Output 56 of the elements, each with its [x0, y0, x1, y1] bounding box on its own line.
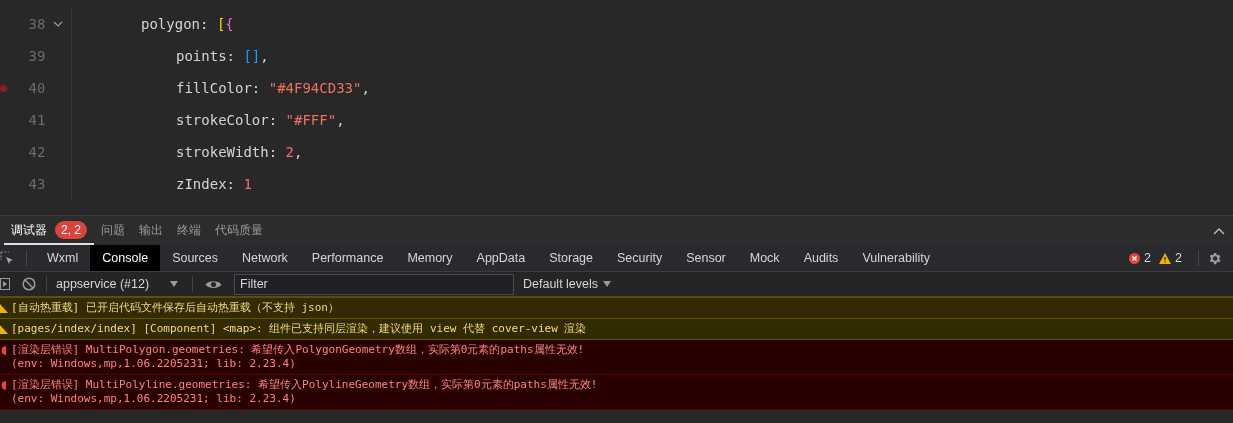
- code-line: strokeWidth: 2,: [175, 142, 303, 162]
- caret-icon: [603, 281, 612, 287]
- panel-tab[interactable]: 输出: [132, 216, 170, 245]
- clear-icon[interactable]: [22, 277, 36, 291]
- code-line: zIndex: 1: [175, 174, 252, 194]
- count-badge: 2, 2: [55, 220, 87, 239]
- error-count: 2: [1144, 249, 1152, 267]
- panel-tab[interactable]: 代码质量: [208, 216, 270, 245]
- message-text: (env: Windows,mp,1.06.2205231; lib: 2.23.4): [11, 357, 297, 371]
- devtools-tab[interactable]: Security: [605, 245, 675, 271]
- chevron-up-icon[interactable]: [1213, 226, 1225, 235]
- panel-tab[interactable]: 终端: [170, 216, 208, 245]
- devtools-tab[interactable]: Mock: [737, 245, 792, 271]
- message-text: [渲染层错误] MultiPolyline.geometries: 希望传入PolylineGeometry数组，实际第0元素的paths属性无效!: [11, 378, 598, 392]
- error-icon: [1129, 252, 1141, 264]
- error-icon: [0, 381, 6, 390]
- sidebar-toggle-icon[interactable]: [0, 278, 10, 290]
- chevron-icon[interactable]: [53, 21, 64, 27]
- devtools-tab[interactable]: Performance: [299, 245, 396, 271]
- devtools-tab[interactable]: Wxml: [35, 245, 91, 271]
- line-number: 43: [27, 174, 46, 194]
- settings-icon[interactable]: [1207, 250, 1222, 266]
- devtools-tab[interactable]: Audits: [791, 245, 851, 271]
- code-line: points: [],: [175, 46, 269, 66]
- line-number: 42: [27, 142, 46, 162]
- line-number: 40: [27, 78, 46, 98]
- warning-icon: [1159, 252, 1172, 264]
- line-number: 39: [27, 46, 46, 66]
- caret-icon: [170, 281, 178, 287]
- panel-tab[interactable]: 问题: [94, 216, 132, 245]
- devtools-tab[interactable]: Sources: [160, 245, 230, 271]
- inspect-icon[interactable]: [0, 251, 14, 265]
- eye-icon[interactable]: [205, 278, 222, 290]
- message-text: [自动热重载] 已开启代码文件保存后自动热重载（不支持 json）: [11, 301, 339, 315]
- error-icon: [0, 346, 6, 355]
- code-line: polygon: [{: [140, 14, 234, 34]
- levels-dropdown[interactable]: Default levels: [523, 274, 612, 294]
- code-line: fillColor: "#4F94CD33",: [175, 78, 370, 98]
- warning-icon: [0, 325, 8, 334]
- warning-icon: [0, 304, 8, 313]
- devtools-tab[interactable]: Storage: [537, 245, 605, 271]
- code-line: strokeColor: "#FFF",: [175, 110, 345, 130]
- devtools-tab[interactable]: Memory: [395, 245, 465, 271]
- message-text: [渲染层错误] MultiPolygon.geometries: 希望传入PolygonGeometry数组，实际第0元素的paths属性无效!: [11, 343, 585, 357]
- devtools-tab[interactable]: Sensor: [674, 245, 738, 271]
- line-number: 38: [27, 14, 46, 34]
- context-dropdown[interactable]: appservice (#12): [47, 274, 187, 294]
- devtools-tab[interactable]: AppData: [464, 245, 538, 271]
- filter-field[interactable]: Filter: [234, 273, 514, 295]
- devtools-tab[interactable]: Network: [230, 245, 300, 271]
- devtools-tab[interactable]: Console: [90, 245, 161, 271]
- line-number: 41: [27, 110, 46, 130]
- message-text: (env: Windows,mp,1.06.2205231; lib: 2.23.4): [11, 392, 297, 406]
- devtools-tab[interactable]: Vulnerability: [850, 245, 942, 271]
- message-text: [pages/index/index] [Component] <map>: 组件已支持同层渲染，建议使用 view 代替 cover-view 渲染: [11, 322, 587, 336]
- warning-count: 2: [1175, 249, 1182, 267]
